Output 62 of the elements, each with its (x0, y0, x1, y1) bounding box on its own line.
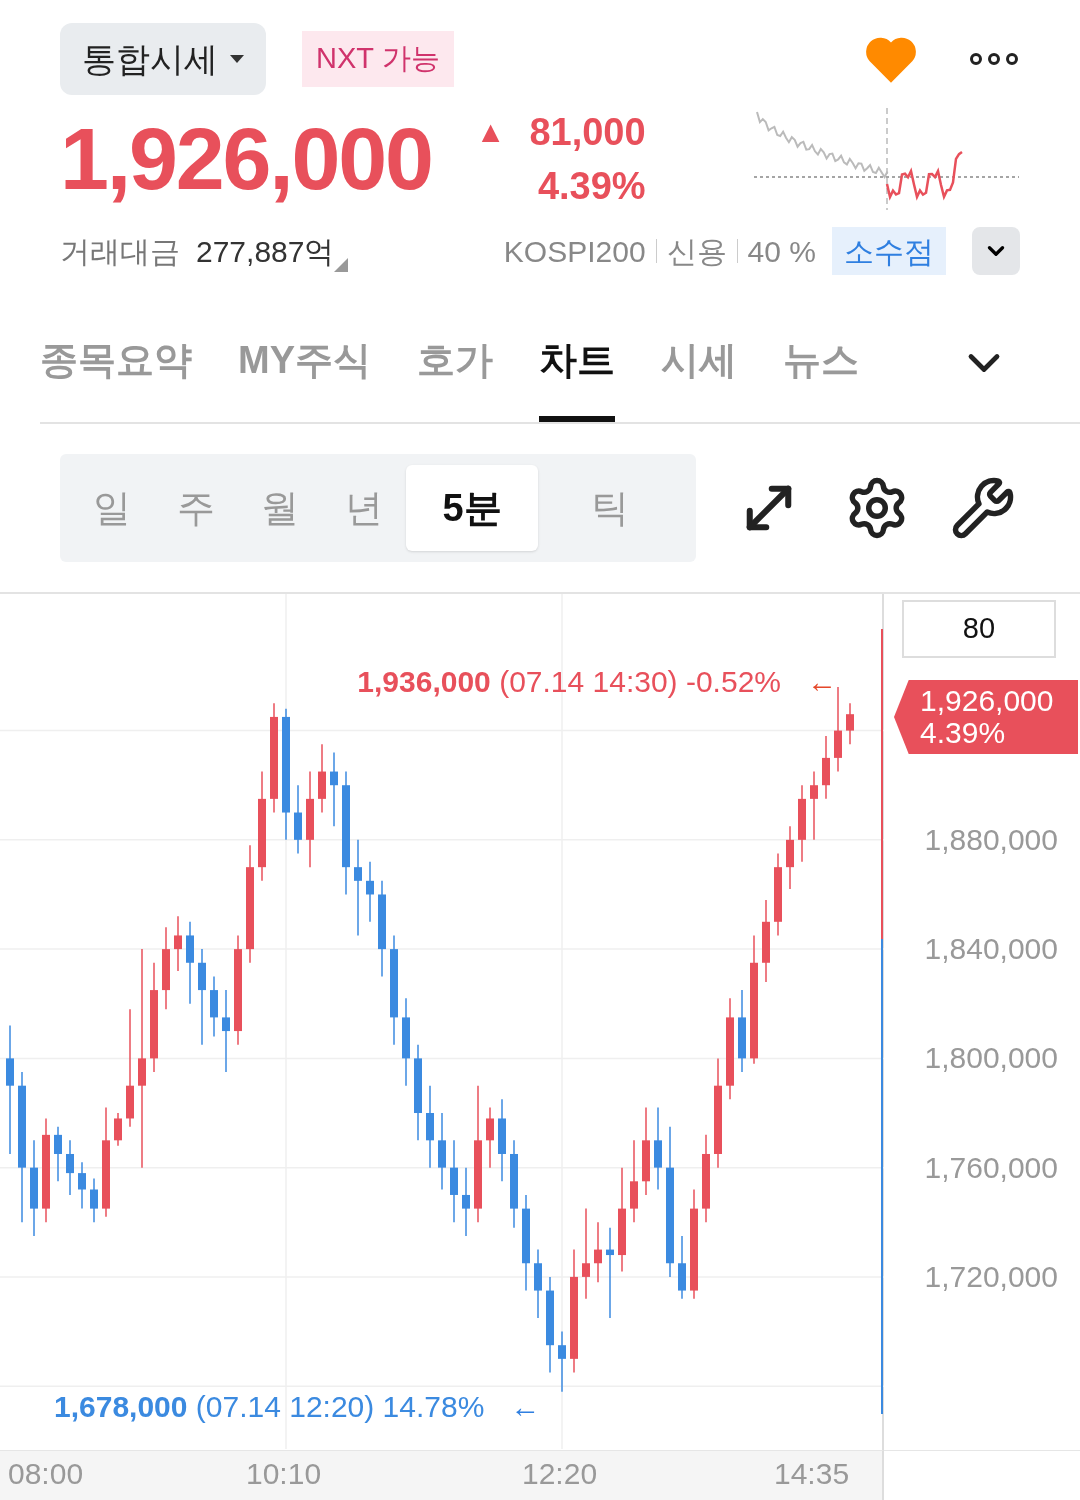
tab[interactable]: 차트 (539, 304, 615, 422)
nxt-badge: NXT 가능 (302, 31, 454, 87)
up-arrow-icon: ▲ (475, 104, 506, 159)
stock-tag: 40 % (747, 228, 816, 274)
expand-button[interactable] (972, 227, 1020, 275)
candlestick (810, 770, 818, 841)
y-axis-label: 1,760,000 (924, 1152, 1058, 1183)
candlestick (54, 1125, 62, 1183)
candlestick (606, 1226, 614, 1319)
x-axis-label: 12:20 (522, 1459, 598, 1489)
candlestick (114, 1112, 122, 1147)
change-percent: 4.39% (537, 163, 646, 209)
candlestick (174, 915, 182, 972)
corner-triangle-icon (334, 258, 349, 272)
decimal-button[interactable]: 소수점 (832, 227, 946, 275)
candlestick (594, 1221, 602, 1284)
tab[interactable]: 호가 (417, 304, 493, 422)
candlestick (222, 989, 230, 1073)
wrench-icon[interactable] (950, 475, 1016, 541)
tab[interactable]: MY주식 (238, 304, 371, 422)
stock-tag: KOSPI200 (503, 228, 646, 274)
period-tab[interactable]: 5분 (406, 465, 538, 551)
trade-value: 277,887억 (196, 233, 335, 270)
candlestick (366, 860, 374, 923)
left-arrow-icon: ← (510, 1384, 541, 1429)
candlestick (582, 1207, 590, 1300)
tab[interactable]: 시세 (661, 304, 737, 422)
trade-value-label: 거래대금 (60, 233, 180, 270)
candlestick (558, 1330, 566, 1393)
caret-icon (230, 55, 244, 63)
y-axis-label: 1,840,000 (924, 934, 1058, 965)
candlestick (846, 702, 854, 745)
candlestick (330, 751, 338, 827)
tab[interactable]: 뉴스 (783, 304, 859, 422)
tab[interactable]: 종목요약 (40, 304, 192, 422)
high-price-label: 1,936,000 (07.14 14:30) -0.52% (357, 664, 781, 700)
candlestick (354, 839, 362, 937)
period-tab[interactable]: 월 (238, 465, 322, 551)
count-field[interactable]: 80 (902, 600, 1056, 658)
y-axis-label: 1,800,000 (924, 1043, 1058, 1074)
x-axis-label: 10:10 (246, 1459, 322, 1489)
current-price: 1,926,000 (60, 114, 432, 203)
y-axis-label: 1,720,000 (924, 1261, 1058, 1292)
x-axis-label: 14:35 (774, 1459, 850, 1489)
market-selector[interactable]: 통합시세 (60, 23, 266, 95)
change-amount: 81,000 (529, 109, 646, 155)
y-axis-label: 1,880,000 (924, 824, 1058, 855)
low-price-label: 1,678,000 (07.14 12:20) 14.78% (54, 1389, 485, 1425)
period-tab[interactable]: 주 (154, 465, 238, 551)
candlestick (90, 1177, 98, 1224)
x-axis-label: 08:00 (8, 1459, 84, 1489)
left-arrow-icon: ← (807, 659, 837, 704)
period-tab[interactable]: 틱 (568, 465, 652, 551)
stock-tag: 신용 (666, 228, 727, 274)
period-tab[interactable]: 년 (322, 465, 406, 551)
current-price-marker: 1,926,000 4.39% (894, 680, 1078, 754)
more-button[interactable] (970, 53, 1018, 65)
period-tab[interactable]: 일 (70, 465, 154, 551)
candlestick (486, 1106, 494, 1169)
candlestick (78, 1161, 86, 1210)
candlestick (462, 1166, 470, 1237)
candlestick (66, 1139, 74, 1196)
